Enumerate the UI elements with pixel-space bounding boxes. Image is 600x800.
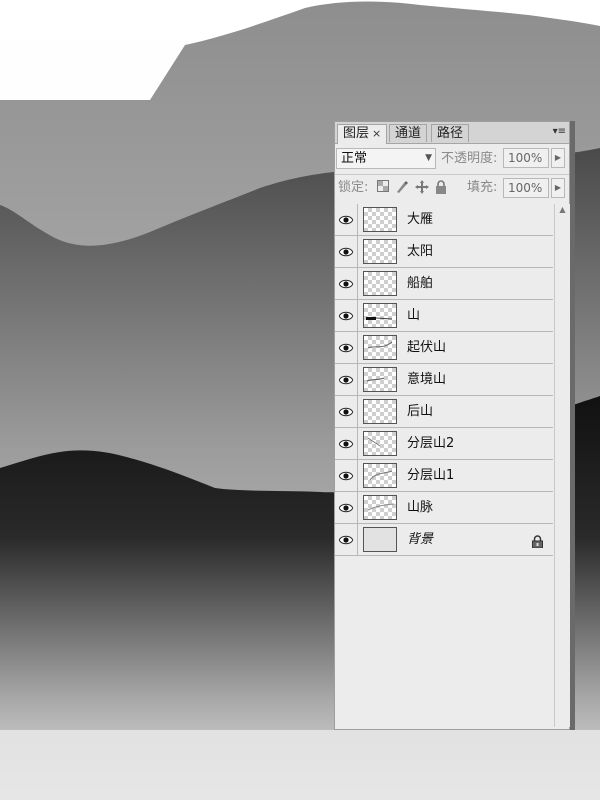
eye-icon[interactable] (335, 524, 358, 555)
layer-thumbnail[interactable] (363, 303, 397, 328)
blend-mode-select[interactable]: 正常 ▼ (336, 148, 436, 169)
layer-row[interactable]: 分层山1 (335, 460, 553, 492)
opacity-label: 不透明度: (441, 151, 498, 166)
opacity-slider-arrow-icon[interactable]: ▶ (551, 148, 565, 168)
chevron-down-icon: ▼ (425, 153, 432, 163)
tab-channels[interactable]: 通道 (389, 124, 428, 142)
layers-panel: 图层 × 通道 路径 ▾≡ 正常 ▼ 不透明度: 100% ▶ 锁定: 填充: … (334, 121, 570, 730)
lock-label: 锁定: (338, 180, 369, 195)
close-icon[interactable]: × (372, 127, 381, 140)
eye-icon[interactable] (335, 204, 358, 235)
lock-icon (532, 533, 543, 552)
layer-name[interactable]: 后山 (407, 396, 433, 427)
eye-icon[interactable] (335, 332, 358, 363)
layer-thumbnail[interactable] (363, 335, 397, 360)
layer-row[interactable]: 起伏山 (335, 332, 553, 364)
eye-icon[interactable] (335, 460, 358, 491)
blend-mode-value: 正常 (341, 151, 368, 166)
layer-row[interactable]: 山 (335, 300, 553, 332)
eye-icon[interactable] (335, 396, 358, 427)
eye-icon[interactable] (335, 268, 358, 299)
lock-row: 锁定: 填充: 100% ▶ (335, 177, 569, 201)
layer-name[interactable]: 分层山2 (407, 428, 454, 459)
panel-shadow (570, 121, 575, 730)
layer-row[interactable]: 意境山 (335, 364, 553, 396)
layer-thumbnail[interactable] (363, 431, 397, 456)
layer-thumbnail[interactable] (363, 495, 397, 520)
eye-icon[interactable] (335, 236, 358, 267)
layer-thumbnail[interactable] (363, 207, 397, 232)
tab-channels-label: 通道 (395, 126, 422, 141)
layer-list: 大雁 太阳 船舶山起伏山 意境山 后山 分层山2 分层山1 山脉 背景 (335, 204, 553, 556)
layer-row[interactable]: 后山 (335, 396, 553, 428)
layer-name[interactable]: 背景 (407, 524, 433, 555)
scrollbar[interactable]: ▲ (554, 204, 570, 727)
layer-thumbnail[interactable] (363, 239, 397, 264)
tab-layers-label: 图层 (343, 126, 370, 141)
tab-paths[interactable]: 路径 (431, 124, 470, 142)
layer-thumbnail[interactable] (363, 527, 397, 552)
layer-name[interactable]: 山脉 (407, 492, 433, 523)
layer-thumbnail[interactable] (363, 399, 397, 424)
layer-name[interactable]: 大雁 (407, 204, 433, 235)
fill-slider-arrow-icon[interactable]: ▶ (551, 178, 565, 198)
eye-icon[interactable] (335, 492, 358, 523)
layer-row[interactable]: 分层山2 (335, 428, 553, 460)
layer-row[interactable]: 背景 (335, 524, 553, 556)
layer-name[interactable]: 太阳 (407, 236, 433, 267)
fill-input[interactable]: 100% (503, 178, 549, 198)
layer-name[interactable]: 山 (407, 300, 420, 331)
layer-thumbnail[interactable] (363, 271, 397, 296)
panel-tabs: 图层 × 通道 路径 ▾≡ (335, 122, 569, 144)
layer-row[interactable]: 大雁 (335, 204, 553, 236)
layer-thumbnail[interactable] (363, 367, 397, 392)
layer-row[interactable]: 船舶 (335, 268, 553, 300)
eye-icon[interactable] (335, 300, 358, 331)
opacity-input[interactable]: 100% (503, 148, 549, 168)
layer-row[interactable]: 太阳 (335, 236, 553, 268)
layer-name[interactable]: 船舶 (407, 268, 433, 299)
panel-menu-icon[interactable]: ▾≡ (553, 126, 566, 138)
move-icon[interactable] (415, 180, 429, 197)
eye-icon[interactable] (335, 428, 358, 459)
brush-icon[interactable] (395, 180, 409, 197)
layer-name[interactable]: 意境山 (407, 364, 446, 395)
layer-name[interactable]: 分层山1 (407, 460, 454, 491)
layer-thumbnail[interactable] (363, 463, 397, 488)
lock-transparent-icon[interactable] (377, 180, 389, 195)
layer-name[interactable]: 起伏山 (407, 332, 446, 363)
lock-all-icon[interactable] (435, 180, 447, 197)
blend-row: 正常 ▼ 不透明度: 100% ▶ (335, 147, 569, 171)
scroll-up-icon[interactable]: ▲ (555, 205, 570, 214)
tab-paths-label: 路径 (437, 126, 464, 141)
tab-layers[interactable]: 图层 × (337, 124, 388, 144)
layer-row[interactable]: 山脉 (335, 492, 553, 524)
fill-label: 填充: (467, 180, 498, 195)
eye-icon[interactable] (335, 364, 358, 395)
divider (335, 174, 569, 175)
